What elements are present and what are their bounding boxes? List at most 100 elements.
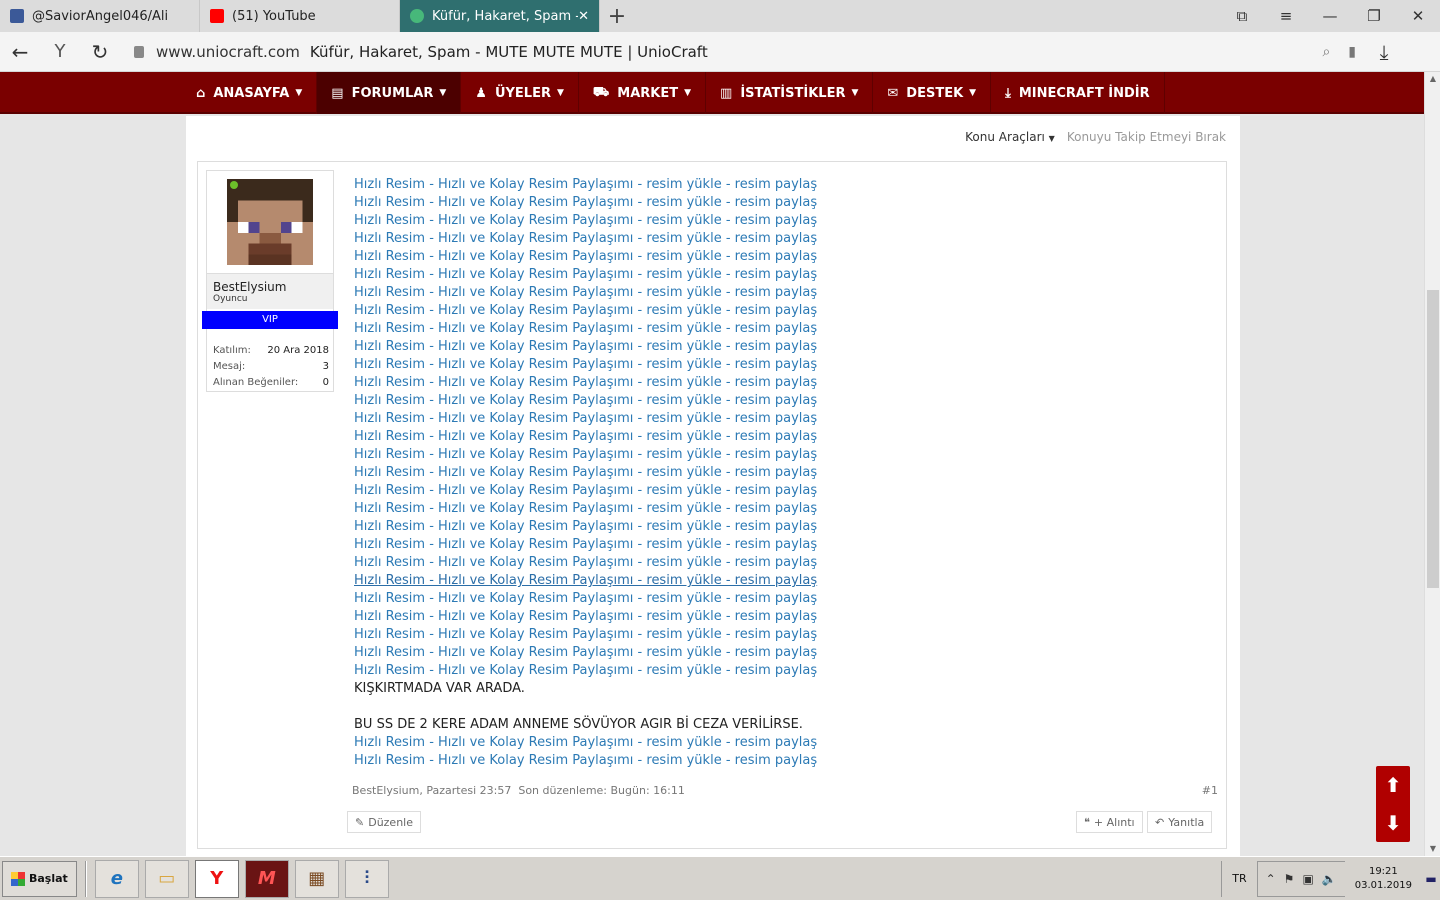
image-link[interactable]: Hızlı Resim - Hızlı ve Kolay Resim Payla… [354,428,1174,446]
image-link[interactable]: Hızlı Resim - Hızlı ve Kolay Resim Payla… [354,194,1174,212]
image-link[interactable]: Hızlı Resim - Hızlı ve Kolay Resim Payla… [354,266,1174,284]
volume-icon[interactable]: 🔈 [1322,872,1337,886]
minecraft-launcher-icon[interactable]: ▦ [294,859,339,898]
lock-icon [134,45,144,58]
image-link[interactable]: Hızlı Resim - Hızlı ve Kolay Resim Payla… [354,320,1174,338]
start-button[interactable]: Başlat [2,860,77,897]
post-number-link[interactable]: #1 [1202,784,1218,797]
caret-down-icon: ▼ [1048,134,1055,143]
image-link[interactable]: Hızlı Resim - Hızlı ve Kolay Resim Payla… [354,356,1174,374]
menu-icon[interactable]: ≡ [1264,0,1308,32]
image-link[interactable]: Hızlı Resim - Hızlı ve Kolay Resim Payla… [354,464,1174,482]
image-link[interactable]: Hızlı Resim - Hızlı ve Kolay Resim Payla… [354,302,1174,320]
tab-uniocraft[interactable]: Küfür, Hakaret, Spam - M ✕ [400,0,600,32]
scrollbar-thumb[interactable] [1427,290,1439,588]
mixer-icon[interactable]: ⫶ [344,859,389,898]
image-link[interactable]: Hızlı Resim - Hızlı ve Kolay Resim Payla… [354,410,1174,428]
scroll-buttons: ⬆ ⬇ [1376,766,1410,842]
image-link[interactable]: Hızlı Resim - Hızlı ve Kolay Resim Payla… [354,608,1174,626]
forum-icon: ▤ [331,85,344,101]
thread-tools-menu[interactable]: Konu Araçları ▼ [965,130,1055,144]
scrollbar-down-icon[interactable]: ▼ [1425,842,1440,856]
page-scrollbar[interactable]: ▲ ▼ [1424,72,1440,856]
yandex-browser-icon[interactable]: Y [194,859,239,898]
unwatch-thread-link[interactable]: Konuyu Takip Etmeyi Bırak [1067,130,1226,144]
image-link[interactable]: Hızlı Resim - Hızlı ve Kolay Resim Payla… [354,482,1174,500]
image-link[interactable]: Hızlı Resim - Hızlı ve Kolay Resim Payla… [354,626,1174,644]
post-date[interactable]: Pazartesi 23:57 [426,784,511,797]
image-link[interactable]: Hızlı Resim - Hızlı ve Kolay Resim Payla… [354,536,1174,554]
image-link[interactable]: Hızlı Resim - Hızlı ve Kolay Resim Payla… [354,374,1174,392]
reply-button[interactable]: ↶ Yanıtla [1147,811,1213,833]
image-link[interactable]: Hızlı Resim - Hızlı ve Kolay Resim Payla… [354,500,1174,518]
restore-icon[interactable]: ❐ [1352,0,1396,32]
bookmarks-icon[interactable]: ⧉ [1220,0,1264,32]
image-link[interactable]: Hızlı Resim - Hızlı ve Kolay Resim Payla… [354,392,1174,410]
yandex-icon[interactable]: Y [40,32,80,72]
tab-favicon-icon [410,9,424,23]
nav-minecraft-indir[interactable]: ⤓ MINECRAFT İNDİR [991,72,1165,114]
file-explorer-icon[interactable]: ▭ [144,859,189,898]
url-page-title: Küfür, Hakaret, Spam - MUTE MUTE MUTE | … [309,42,708,61]
quote-icon: ❝ [1084,815,1090,829]
edit-button[interactable]: ✎ Düzenle [347,811,421,833]
reload-icon[interactable]: ↻ [80,32,120,72]
tab-title: (51) YouTube [232,8,316,24]
internet-explorer-icon[interactable]: e [94,859,139,898]
image-link[interactable]: Hızlı Resim - Hızlı ve Kolay Resim Payla… [354,590,1174,608]
stat-row: Alınan Beğeniler: 0 [213,377,329,388]
new-tab-icon[interactable]: + [600,0,634,32]
image-link[interactable]: Hızlı Resim - Hızlı ve Kolay Resim Payla… [354,734,1174,752]
user-stats: Katılım: 20 Ara 2018 Mesaj: 3 Alınan Beğen… [213,343,329,391]
post-author-link[interactable]: BestElysium [352,784,419,797]
app-m-icon[interactable]: M [244,859,289,898]
language-indicator[interactable]: TR [1221,860,1256,897]
scrollbar-up-icon[interactable]: ▲ [1425,72,1440,86]
quote-button[interactable]: ❝ + Alıntı [1076,811,1143,833]
flag-icon[interactable]: ⚑ [1284,872,1295,886]
image-link[interactable]: Hızlı Resim - Hızlı ve Kolay Resim Payla… [354,644,1174,662]
nav-destek[interactable]: ✉ DESTEK ▼ [873,72,992,114]
image-link[interactable]: Hızlı Resim - Hızlı ve Kolay Resim Payla… [354,212,1174,230]
image-link[interactable]: Hızlı Resim - Hızlı ve Kolay Resim Payla… [354,176,1174,194]
close-tab-icon[interactable]: ✕ [578,9,589,24]
url-field[interactable]: www.uniocraft.com Küfür, Hakaret, Spam -… [134,38,1364,66]
back-arrow-icon[interactable]: ← [0,32,40,72]
tab-twitter[interactable]: @SaviorAngel046/Ali [0,0,200,32]
image-link[interactable]: Hızlı Resim - Hızlı ve Kolay Resim Payla… [354,446,1174,464]
scroll-down-arrow-icon[interactable]: ⬇ [1376,804,1410,842]
download-icon[interactable]: ⤓ [1364,40,1404,64]
nav-istatistikler[interactable]: ▥ İSTATİSTİKLER ▼ [706,72,874,114]
nav-uyeler[interactable]: ♟ ÜYELER ▼ [461,72,579,114]
tab-title: Küfür, Hakaret, Spam - M [432,8,578,24]
image-link[interactable]: Hızlı Resim - Hızlı ve Kolay Resim Payla… [354,248,1174,266]
minimize-icon[interactable]: — [1308,0,1352,32]
search-icon[interactable]: ⌕ [1322,44,1330,60]
stat-row: Mesaj: 3 [213,361,329,372]
image-link[interactable]: Hızlı Resim - Hızlı ve Kolay Resim Payla… [354,338,1174,356]
image-link[interactable]: Hızlı Resim - Hızlı ve Kolay Resim Payla… [354,662,1174,680]
chevron-up-icon[interactable]: ⌃ [1266,872,1276,886]
image-link[interactable]: Hızlı Resim - Hızlı ve Kolay Resim Payla… [354,554,1174,572]
avatar[interactable] [227,179,313,265]
tab-youtube[interactable]: (51) YouTube [200,0,400,32]
show-desktop-icon[interactable]: ▬ [1422,861,1440,897]
post-text: KIŞKIRTMADA VAR ARADA. [354,681,525,696]
bookmark-icon[interactable]: ▮ [1348,44,1356,60]
image-link[interactable]: Hızlı Resim - Hızlı ve Kolay Resim Payla… [354,284,1174,302]
nav-forumlar[interactable]: ▤ FORUMLAR ▼ [317,72,462,114]
caret-down-icon: ▼ [556,88,564,98]
scroll-up-arrow-icon[interactable]: ⬆ [1376,766,1410,804]
close-window-icon[interactable]: ✕ [1396,0,1440,32]
nav-anasayfa[interactable]: ⌂ ANASAYFA ▼ [182,72,318,114]
clock[interactable]: 19:21 03.01.2019 [1345,865,1422,893]
user-icon: ♟ [475,85,487,101]
network-icon[interactable]: ▣ [1302,872,1313,886]
image-link-hovered[interactable]: Hızlı Resim - Hızlı ve Kolay Resim Payla… [354,572,1174,590]
username[interactable]: BestElysium [213,280,327,294]
online-status-icon [230,181,238,189]
image-link[interactable]: Hızlı Resim - Hızlı ve Kolay Resim Payla… [354,230,1174,248]
nav-market[interactable]: ⛟ MARKET ▼ [579,72,707,114]
image-link[interactable]: Hızlı Resim - Hızlı ve Kolay Resim Payla… [354,518,1174,536]
image-link[interactable]: Hızlı Resim - Hızlı ve Kolay Resim Payla… [354,752,1174,770]
